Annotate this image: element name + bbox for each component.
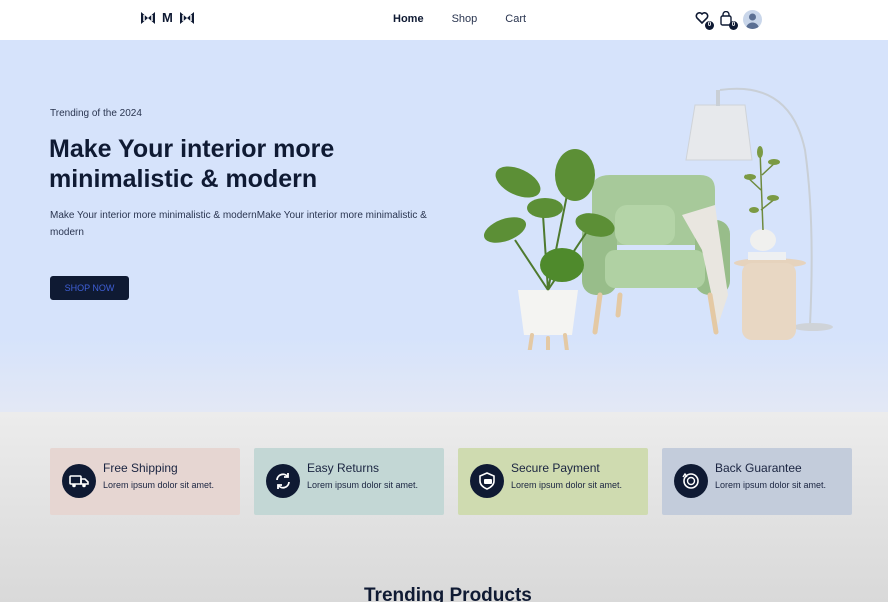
feature-text: Lorem ipsum dolor sit amet. xyxy=(715,480,827,490)
furniture-illustration xyxy=(483,87,833,350)
nav-cart[interactable]: Cart xyxy=(505,13,526,25)
user-avatar[interactable] xyxy=(743,10,762,29)
shop-now-button[interactable]: SHOP NOW xyxy=(50,276,129,300)
hero-description: Make Your interior more minimalistic & m… xyxy=(50,210,427,238)
cart-button[interactable]: 0 xyxy=(719,10,738,30)
cart-count: 0 xyxy=(729,20,738,30)
main-nav: Home Shop Cart xyxy=(393,13,554,25)
features-section: Free Shipping Lorem ipsum dolor sit amet… xyxy=(0,412,888,602)
feature-icon-wrap xyxy=(674,464,708,498)
feature-text: Lorem ipsum dolor sit amet. xyxy=(307,480,419,490)
site-header: M Home Shop Cart 0 0 xyxy=(0,0,888,40)
feature-card-secure-payment: Secure Payment Lorem ipsum dolor sit ame… xyxy=(458,448,648,515)
hero-title: Make Your interior more minimalistic & m… xyxy=(49,135,335,193)
logo-left-icon xyxy=(141,11,155,24)
feature-card-back-guarantee: Back Guarantee Lorem ipsum dolor sit ame… xyxy=(662,448,852,515)
wishlist-button[interactable]: 0 xyxy=(695,11,714,30)
refresh-icon xyxy=(276,473,290,489)
user-icon xyxy=(746,13,759,29)
feature-title: Free Shipping xyxy=(103,461,178,475)
nav-shop[interactable]: Shop xyxy=(452,13,478,25)
header-actions: 0 0 xyxy=(695,10,762,30)
logo-letter: M xyxy=(162,10,173,25)
shield-card-icon xyxy=(479,472,495,490)
feature-icon-wrap xyxy=(62,464,96,498)
trending-label: Trending of the 2024 xyxy=(50,108,142,119)
feature-text: Lorem ipsum dolor sit amet. xyxy=(511,480,623,490)
trending-products-title: Trending Products xyxy=(364,585,532,602)
feature-text: Lorem ipsum dolor sit amet. xyxy=(103,480,215,490)
logo-right-icon xyxy=(179,11,194,24)
feature-title: Easy Returns xyxy=(307,461,380,475)
feature-title: Back Guarantee xyxy=(715,461,802,475)
nav-home[interactable]: Home xyxy=(393,13,424,25)
feature-card-free-shipping: Free Shipping Lorem ipsum dolor sit amet… xyxy=(50,448,240,515)
feature-icon-wrap xyxy=(266,464,300,498)
hero-section: Trending of the 2024 Make Your interior … xyxy=(0,40,888,412)
feature-card-easy-returns: Easy Returns Lorem ipsum dolor sit amet. xyxy=(254,448,444,515)
truck-icon xyxy=(69,475,89,488)
brand-logo[interactable]: M xyxy=(140,10,195,25)
feature-icon-wrap xyxy=(470,464,504,498)
feature-title: Secure Payment xyxy=(511,461,600,475)
money-back-icon xyxy=(682,472,699,489)
wishlist-count: 0 xyxy=(705,20,714,30)
